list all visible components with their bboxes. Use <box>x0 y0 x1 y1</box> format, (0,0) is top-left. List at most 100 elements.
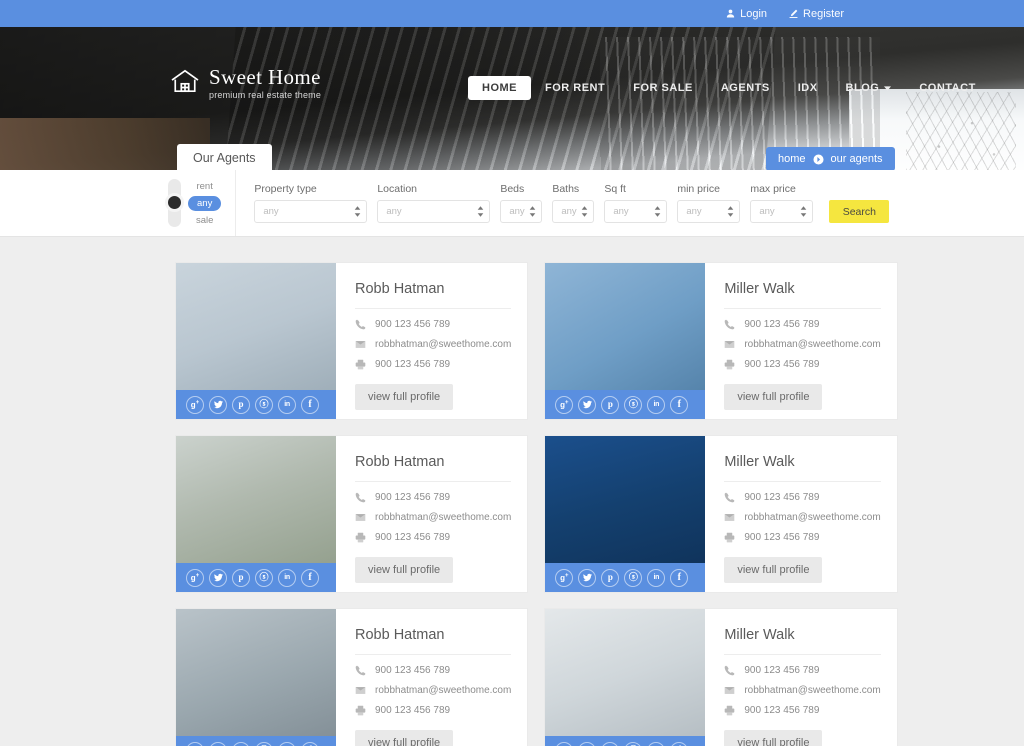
select-sqft[interactable]: any <box>604 200 668 223</box>
select-location[interactable]: any <box>377 200 491 223</box>
toggle-option-rent[interactable]: rent <box>196 181 212 192</box>
social-google-plus-icon[interactable]: g+ <box>186 741 204 746</box>
social-facebook-icon[interactable]: f <box>301 741 319 746</box>
agent-email-row: robbhatman@sweethome.com <box>724 512 881 523</box>
agent-phone: 900 123 456 789 <box>744 492 820 503</box>
social-facebook-icon[interactable]: f <box>670 568 689 587</box>
social-facebook-icon[interactable]: f <box>670 395 689 414</box>
agent-email[interactable]: robbhatman@sweethome.com <box>375 685 511 696</box>
agent-fax: 900 123 456 789 <box>375 705 451 716</box>
label-baths: Baths <box>552 183 580 195</box>
social-pinterest-icon[interactable]: p <box>232 741 250 746</box>
field-location: Location any <box>377 183 491 223</box>
select-baths[interactable]: any <box>552 200 595 223</box>
stepper-icon <box>727 206 734 217</box>
select-min-price[interactable]: any <box>677 200 741 223</box>
social-facebook-icon[interactable]: f <box>670 741 689 746</box>
social-dribbble-icon[interactable]: ⓢ <box>624 395 643 414</box>
nav-item-idx[interactable]: IDX <box>784 76 832 100</box>
toggle-slider-knob[interactable] <box>165 193 184 212</box>
agent-card: g+ p ⓢ inf Robb Hatman 900 123 456 789 robb… <box>176 436 528 592</box>
social-google-plus-icon[interactable]: g+ <box>186 395 204 414</box>
register-link[interactable]: Register <box>789 8 844 20</box>
social-google-plus-icon[interactable]: g+ <box>555 568 574 587</box>
view-full-profile-button[interactable]: view full profile <box>724 730 823 746</box>
social-pinterest-icon[interactable]: p <box>232 395 250 414</box>
toggle-option-any[interactable]: any <box>188 195 222 211</box>
stepper-icon <box>529 206 536 217</box>
social-google-plus-icon[interactable]: g+ <box>555 741 574 746</box>
view-full-profile-button[interactable]: view full profile <box>355 384 454 410</box>
select-max-price[interactable]: any <box>750 200 814 223</box>
label-min-price: min price <box>677 183 720 195</box>
social-facebook-icon[interactable]: f <box>301 395 319 414</box>
social-pinterest-icon[interactable]: p <box>601 395 620 414</box>
agent-fax-row: 900 123 456 789 <box>724 705 880 716</box>
mail-icon <box>355 339 367 350</box>
agent-phone: 900 123 456 789 <box>375 319 451 330</box>
page-title: Our Agents <box>177 144 272 170</box>
agent-email[interactable]: robbhatman@sweethome.com <box>744 685 880 696</box>
social-twitter-icon[interactable] <box>578 568 597 587</box>
value-baths: any <box>561 206 577 217</box>
social-dribbble-icon[interactable]: ⓢ <box>624 741 643 746</box>
agent-email-row: robbhatman@sweethome.com <box>724 685 881 696</box>
view-full-profile-button[interactable]: view full profile <box>724 384 823 410</box>
site-logo[interactable]: Sweet Home premium real estate theme <box>170 67 321 100</box>
divider <box>724 308 881 309</box>
social-pinterest-icon[interactable]: p <box>601 568 620 587</box>
nav-item-for-sale[interactable]: FOR SALE <box>619 76 707 100</box>
social-pinterest-icon[interactable]: p <box>232 568 250 587</box>
nav-item-contact[interactable]: CONTACT <box>905 76 989 100</box>
agent-fax-row: 900 123 456 789 <box>724 359 880 370</box>
social-linkedin-icon[interactable]: in <box>278 741 296 746</box>
login-link[interactable]: Login <box>726 8 767 20</box>
social-linkedin-icon[interactable]: in <box>647 395 666 414</box>
social-dribbble-icon[interactable]: ⓢ <box>255 568 273 587</box>
social-linkedin-icon[interactable]: in <box>647 741 666 746</box>
nav-label-idx: IDX <box>797 82 818 94</box>
field-sqft: Sq ft any <box>604 183 668 223</box>
nav-item-home[interactable]: HOME <box>468 76 531 100</box>
rent-sale-toggle[interactable]: rent any sale <box>165 170 237 236</box>
social-twitter-icon[interactable] <box>209 741 227 746</box>
select-beds[interactable]: any <box>500 200 543 223</box>
agent-info: Miller Walk 900 123 456 789 robbhatman@s… <box>705 609 896 746</box>
view-full-profile-button[interactable]: view full profile <box>355 557 454 583</box>
nav-item-for-rent[interactable]: FOR RENT <box>531 76 619 100</box>
agent-email[interactable]: robbhatman@sweethome.com <box>375 339 511 350</box>
agent-phone: 900 123 456 789 <box>744 319 820 330</box>
agent-social-bar: g+ p ⓢ inf <box>176 390 336 419</box>
social-twitter-icon[interactable] <box>209 395 227 414</box>
search-button[interactable]: Search <box>829 200 890 223</box>
agent-fax: 900 123 456 789 <box>744 705 820 716</box>
social-pinterest-icon[interactable]: p <box>601 741 620 746</box>
agent-email[interactable]: robbhatman@sweethome.com <box>744 512 880 523</box>
agent-email[interactable]: robbhatman@sweethome.com <box>375 512 511 523</box>
agent-card: g+ pⓢinf Miller Walk 900 123 456 789 robb… <box>545 263 897 419</box>
agent-info: Miller Walk 900 123 456 789 robbhatman@s… <box>705 436 896 592</box>
social-dribbble-icon[interactable]: ⓢ <box>255 395 273 414</box>
toggle-option-sale[interactable]: sale <box>196 215 213 226</box>
agent-email[interactable]: robbhatman@sweethome.com <box>744 339 880 350</box>
value-min-price: any <box>686 206 702 217</box>
view-full-profile-button[interactable]: view full profile <box>724 557 823 583</box>
agents-grid: g+ p ⓢ in f Robb Hatman 900 123 456 789 robb… <box>0 237 1024 746</box>
social-dribbble-icon[interactable]: ⓢ <box>624 568 643 587</box>
social-linkedin-icon[interactable]: in <box>278 568 296 587</box>
social-twitter-icon[interactable] <box>578 395 597 414</box>
nav-item-blog[interactable]: BLOG <box>832 76 906 100</box>
social-google-plus-icon[interactable]: g+ <box>186 568 204 587</box>
social-dribbble-icon[interactable]: ⓢ <box>255 741 273 746</box>
social-facebook-icon[interactable]: f <box>301 568 319 587</box>
social-twitter-icon[interactable] <box>209 568 227 587</box>
social-google-plus-icon[interactable]: g+ <box>555 395 574 414</box>
nav-item-agents[interactable]: AGENTS <box>707 76 784 100</box>
social-linkedin-icon[interactable]: in <box>647 568 666 587</box>
view-full-profile-button[interactable]: view full profile <box>355 730 454 746</box>
select-property-type[interactable]: any <box>254 200 368 223</box>
social-linkedin-icon[interactable]: in <box>278 395 296 414</box>
social-twitter-icon[interactable] <box>578 741 597 746</box>
toggle-slider-track[interactable] <box>165 179 184 227</box>
breadcrumb-home-link[interactable]: home <box>778 153 806 165</box>
